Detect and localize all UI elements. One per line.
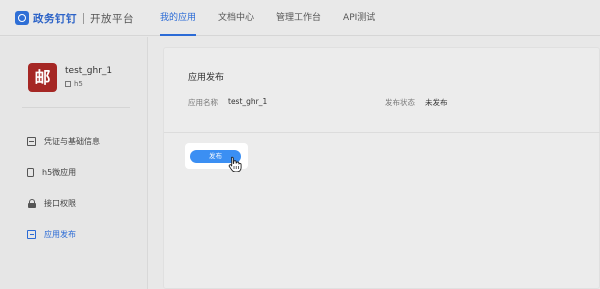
app-type: h5 — [65, 80, 112, 88]
app-icon: 邮 — [28, 63, 57, 92]
app-name: test_ghr_1 — [65, 66, 113, 76]
brand-logo-icon — [15, 11, 29, 25]
sidebar-item-label: 凭证与基础信息 — [44, 137, 100, 146]
publish-status-value: 未发布 — [425, 98, 448, 107]
brand-subtitle: 开放平台 — [90, 12, 134, 25]
publish-status-field: 发布状态 未发布 — [385, 97, 448, 108]
nav-api-test[interactable]: API测试 — [343, 0, 375, 36]
nav-my-apps[interactable]: 我的应用 — [160, 0, 197, 36]
app-card: 邮 test_ghr_1 h5 — [28, 63, 112, 92]
publish-status-label: 发布状态 — [385, 98, 415, 107]
publish-icon — [27, 230, 36, 239]
sidebar-item-label: 接口权限 — [44, 199, 76, 208]
sidebar-item-label: 应用发布 — [44, 230, 76, 239]
app-name-field: 应用名称 test_ghr_1 — [188, 97, 267, 108]
content-divider — [164, 132, 600, 133]
brand-divider — [83, 12, 84, 24]
sidebar-menu: 凭证与基础信息 h5微应用 接口权限 应用发布 — [27, 126, 100, 250]
sidebar-item-label: h5微应用 — [42, 168, 77, 177]
sidebar-item-h5-app[interactable]: h5微应用 — [27, 157, 100, 188]
app-type-icon — [65, 81, 71, 87]
sidebar: 邮 test_ghr_1 h5 凭证与基础信息 h5微应用 接口权限 应用发布 — [0, 37, 148, 289]
sidebar-item-credentials[interactable]: 凭证与基础信息 — [27, 126, 100, 157]
nav-admin-console[interactable]: 管理工作台 — [276, 0, 321, 36]
main-panel: 应用发布 应用名称 test_ghr_1 发布状态 未发布 发布 — [163, 47, 600, 289]
top-navbar: 政务钉钉 开放平台 我的应用 文档中心 管理工作台 API测试 — [0, 0, 600, 36]
sidebar-item-api-permissions[interactable]: 接口权限 — [27, 188, 100, 219]
app-name-label: 应用名称 — [188, 98, 218, 107]
lock-icon — [27, 199, 36, 208]
nav-docs[interactable]: 文档中心 — [218, 0, 254, 36]
page-title: 应用发布 — [188, 73, 225, 83]
main-nav: 我的应用 文档中心 管理工作台 API测试 — [160, 0, 397, 36]
sidebar-item-app-publish[interactable]: 应用发布 — [27, 219, 100, 250]
brand-name: 政务钉钉 — [33, 12, 77, 25]
app-name-value: test_ghr_1 — [228, 97, 268, 106]
mobile-icon — [27, 168, 34, 177]
brand[interactable]: 政务钉钉 开放平台 — [15, 9, 134, 27]
app-type-label: h5 — [74, 80, 83, 88]
certificate-icon — [27, 137, 36, 146]
app-meta: test_ghr_1 h5 — [65, 63, 112, 92]
sidebar-divider — [22, 107, 130, 108]
hand-cursor-icon — [228, 156, 242, 172]
